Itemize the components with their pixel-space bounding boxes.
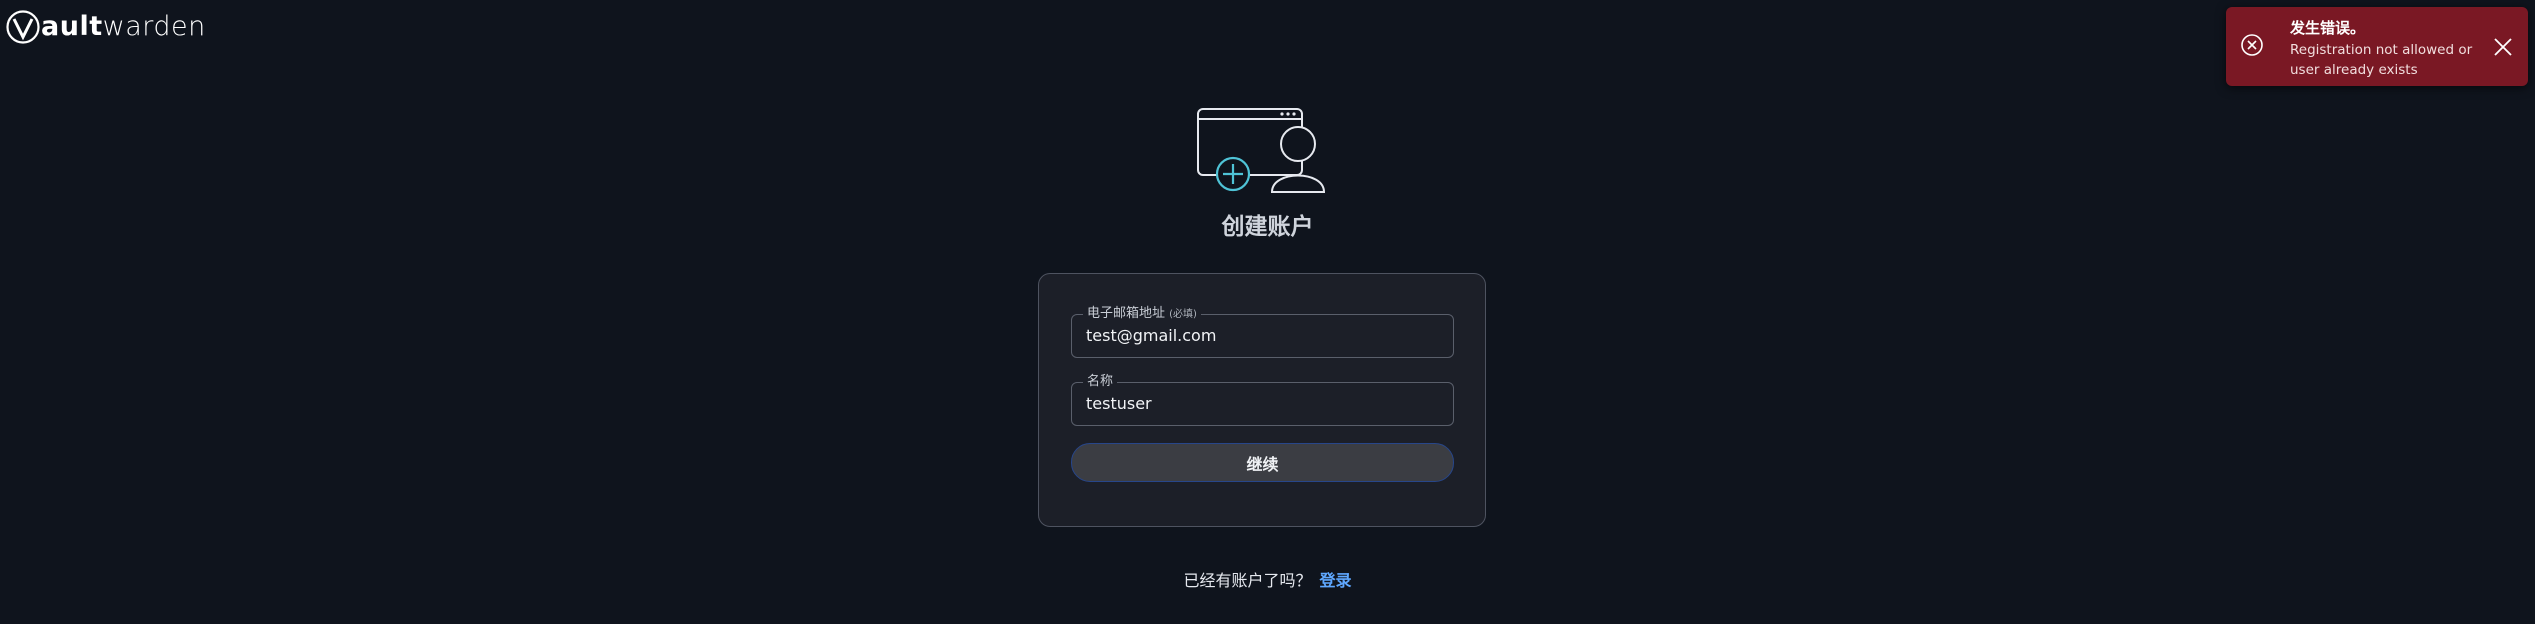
email-label: 电子邮箱地址 (必填) — [1083, 305, 1201, 324]
app-logo[interactable]: aultwarden — [6, 10, 206, 44]
name-input[interactable] — [1086, 394, 1436, 413]
continue-button[interactable]: 继续 — [1071, 443, 1454, 482]
vaultwarden-logo-icon — [6, 10, 40, 44]
login-prompt: 已经有账户了吗？ 登录 — [0, 567, 2535, 591]
register-form-card: 电子邮箱地址 (必填) 名称 继续 — [1038, 273, 1486, 527]
email-input[interactable] — [1086, 326, 1436, 345]
login-link[interactable]: 登录 — [1320, 571, 1352, 590]
name-field[interactable]: 名称 — [1071, 373, 1454, 426]
error-toast: 发生错误。 Registration not allowed or user a… — [2226, 7, 2528, 86]
close-icon[interactable] — [2492, 36, 2514, 58]
login-prompt-text: 已经有账户了吗？ — [1183, 571, 1312, 590]
toast-title: 发生错误。 — [2290, 19, 2366, 37]
logo-wordmark: aultwarden — [41, 11, 206, 42]
page-title: 创建账户 — [1221, 214, 1314, 240]
error-circle-x-icon — [2241, 34, 2263, 56]
toast-message: Registration not allowed or user already… — [2290, 42, 2473, 78]
name-label: 名称 — [1083, 373, 1118, 391]
email-field[interactable]: 电子邮箱地址 (必填) — [1071, 305, 1454, 358]
create-account-illustration — [1197, 108, 1326, 193]
